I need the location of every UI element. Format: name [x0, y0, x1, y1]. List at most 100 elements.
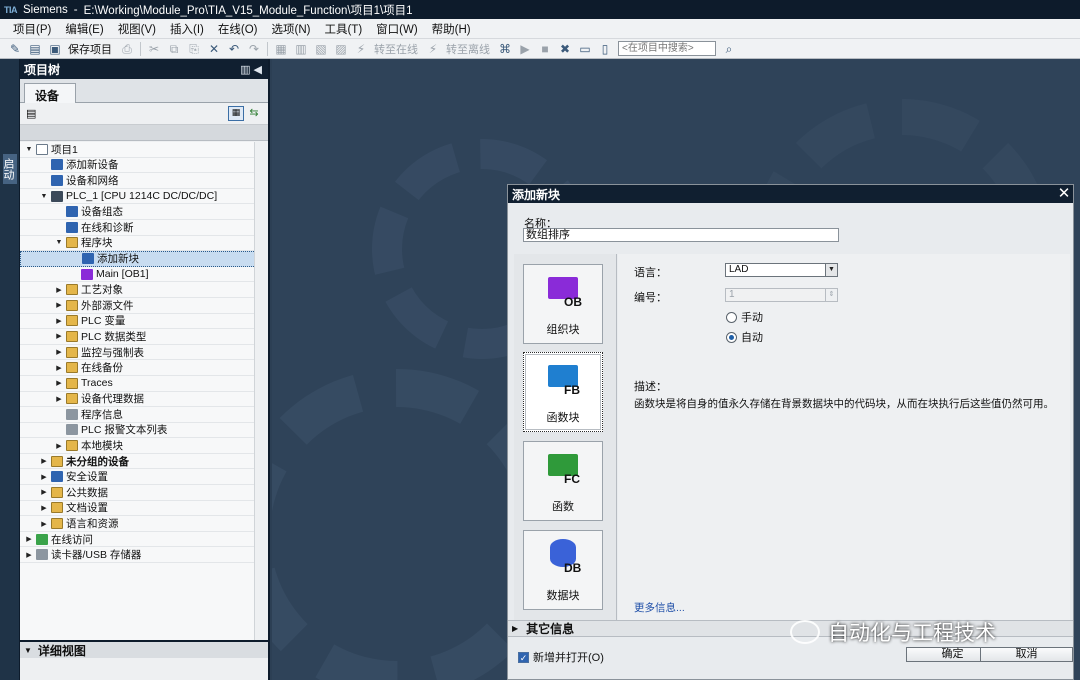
go-online-button[interactable]: 转至在线	[374, 41, 418, 57]
stop-cpu-icon[interactable]: ■	[538, 42, 552, 56]
collapsed-arrow-icon[interactable]: ▶	[54, 301, 64, 309]
cancel-button[interactable]: 取消	[980, 647, 1073, 662]
collapsed-arrow-icon[interactable]: ▶	[54, 317, 64, 325]
tree-item[interactable]: ▼ 项目1	[20, 142, 268, 158]
accessible-devices-icon[interactable]: ⌘	[498, 42, 512, 56]
chevron-down-icon[interactable]: ▼	[825, 264, 837, 276]
collapsed-arrow-icon[interactable]: ▶	[39, 520, 49, 528]
tree-item[interactable]: 添加新设备	[20, 158, 268, 174]
paste-icon[interactable]: ⎘	[187, 42, 201, 56]
undo-icon[interactable]: ↶	[227, 42, 241, 56]
menu-insert[interactable]: 插入(I)	[163, 21, 211, 37]
open-project-icon[interactable]: ▤	[28, 42, 42, 56]
cross-reference-icon[interactable]: ✖	[558, 42, 572, 56]
cut-icon[interactable]: ✂	[147, 42, 161, 56]
collapsed-arrow-icon[interactable]: ▶	[24, 551, 34, 559]
tree-item[interactable]: 设备组态	[20, 204, 268, 220]
collapse-panel-icon[interactable]: ▥ ◀	[240, 63, 262, 76]
manual-radio-dot[interactable]	[726, 311, 737, 323]
simulation-icon[interactable]: ▨	[334, 42, 348, 56]
tree-sync-icon[interactable]: ⇆	[246, 106, 262, 121]
function-button[interactable]: FC 函数	[523, 441, 603, 521]
split-vertical-icon[interactable]: ▯	[598, 42, 612, 56]
collapsed-arrow-icon[interactable]: ▶	[54, 395, 64, 403]
go-offline-button[interactable]: 转至离线	[446, 41, 490, 57]
tree-scrollbar[interactable]	[254, 142, 268, 640]
menu-options[interactable]: 选项(N)	[265, 21, 318, 37]
expand-arrow-icon[interactable]: ▼	[24, 646, 32, 655]
tree-item[interactable]: Main [OB1]	[20, 267, 268, 283]
detail-view-header[interactable]: ▼ 详细视图	[20, 640, 268, 658]
save-icon[interactable]: ▣	[48, 42, 62, 56]
tree-item[interactable]: ▶ PLC 变量	[20, 314, 268, 330]
function-block-button[interactable]: FB 函数块	[523, 352, 603, 432]
collapsed-arrow-icon[interactable]: ▶	[54, 332, 64, 340]
manual-radio[interactable]: 手动	[726, 309, 763, 325]
tree-item[interactable]: ▶ 监控与强制表	[20, 345, 268, 361]
download-icon[interactable]: ▥	[294, 42, 308, 56]
number-stepper[interactable]: 1 ⇕	[725, 288, 838, 302]
expanded-arrow-icon[interactable]: ▼	[39, 193, 49, 200]
collapsed-arrow-icon[interactable]: ▶	[54, 379, 64, 387]
collapsed-arrow-icon[interactable]: ▶	[39, 473, 49, 481]
checkbox-check-icon[interactable]: ✓	[518, 651, 529, 663]
auto-radio-dot[interactable]	[726, 331, 737, 343]
tree-view-toggle-icon[interactable]: ▦	[228, 106, 244, 121]
tree-item[interactable]: ▶ PLC 数据类型	[20, 329, 268, 345]
go-online-icon[interactable]: ⚡	[354, 42, 368, 56]
split-horizontal-icon[interactable]: ▭	[578, 42, 592, 56]
redo-icon[interactable]: ↷	[247, 42, 261, 56]
tree-item[interactable]: ▶ 在线访问	[20, 532, 268, 548]
tree-item[interactable]: 程序信息	[20, 407, 268, 423]
start-cpu-icon[interactable]: ▶	[518, 42, 532, 56]
organization-block-button[interactable]: OB 组织块	[523, 264, 603, 344]
new-project-icon[interactable]: ✎	[8, 42, 22, 56]
delete-icon[interactable]: ✕	[207, 42, 221, 56]
tree-item[interactable]: ▼ PLC_1 [CPU 1214C DC/DC/DC]	[20, 189, 268, 205]
menu-online[interactable]: 在线(O)	[211, 21, 265, 37]
collapsed-arrow-icon[interactable]: ▶	[24, 535, 34, 543]
go-offline-icon[interactable]: ⚡	[426, 42, 440, 56]
block-name-input[interactable]: 数组排序	[523, 228, 839, 242]
tree-item[interactable]: ▶ 安全设置	[20, 469, 268, 486]
menu-window[interactable]: 窗口(W)	[369, 21, 425, 37]
collapsed-arrow-icon[interactable]: ▶	[54, 286, 64, 294]
tree-item[interactable]: ▼ 程序块	[20, 236, 268, 252]
tree-item[interactable]: ▶ 本地模块	[20, 438, 268, 454]
menu-help[interactable]: 帮助(H)	[425, 21, 478, 37]
collapsed-arrow-icon[interactable]: ▶	[54, 348, 64, 356]
collapsed-arrow-icon[interactable]: ▶	[39, 457, 49, 465]
menu-tools[interactable]: 工具(T)	[317, 21, 369, 37]
tree-item[interactable]: ▶ 文档设置	[20, 501, 268, 517]
copy-icon[interactable]: ⧉	[167, 42, 181, 56]
expand-arrow-icon[interactable]: ▶	[512, 624, 518, 633]
tree-item[interactable]: ▶ 语言和资源	[20, 516, 268, 532]
add-and-open-checkbox[interactable]: ✓ 新增并打开(O)	[518, 649, 604, 665]
tree-item[interactable]: ▶ 外部源文件	[20, 298, 268, 314]
upload-icon[interactable]: ▧	[314, 42, 328, 56]
menu-edit[interactable]: 编辑(E)	[58, 21, 110, 37]
tab-devices[interactable]: 设备	[24, 83, 76, 104]
stepper-arrows-icon[interactable]: ⇕	[825, 289, 837, 301]
collapsed-arrow-icon[interactable]: ▶	[39, 504, 49, 512]
tree-item[interactable]: 在线和诊断	[20, 220, 268, 236]
start-tab[interactable]: 启动	[2, 154, 17, 184]
language-select[interactable]: LAD ▼	[725, 263, 838, 277]
close-icon[interactable]: ✕	[1055, 185, 1073, 203]
collapsed-arrow-icon[interactable]: ▶	[54, 364, 64, 372]
tree-item[interactable]: ▶ 公共数据	[20, 485, 268, 501]
tree-item[interactable]: ▶ 未分组的设备	[20, 454, 268, 470]
tree-item[interactable]: PLC 报警文本列表	[20, 423, 268, 439]
tree-item[interactable]: ▶ 工艺对象	[20, 282, 268, 298]
tree-item[interactable]: ▶ 在线备份	[20, 360, 268, 376]
more-info-link[interactable]: 更多信息...	[634, 600, 685, 615]
expanded-arrow-icon[interactable]: ▼	[24, 146, 34, 153]
collapsed-arrow-icon[interactable]: ▶	[39, 488, 49, 496]
compile-icon[interactable]: ▦	[274, 42, 288, 56]
menu-project[interactable]: 项目(P)	[6, 21, 58, 37]
tree-properties-icon[interactable]: ▤	[26, 107, 36, 120]
tree-item[interactable]: ▶ 设备代理数据	[20, 392, 268, 408]
tree-item[interactable]: ▶ 读卡器/USB 存储器	[20, 547, 268, 564]
menu-view[interactable]: 视图(V)	[111, 21, 163, 37]
save-project-button[interactable]: 保存项目	[68, 41, 112, 57]
